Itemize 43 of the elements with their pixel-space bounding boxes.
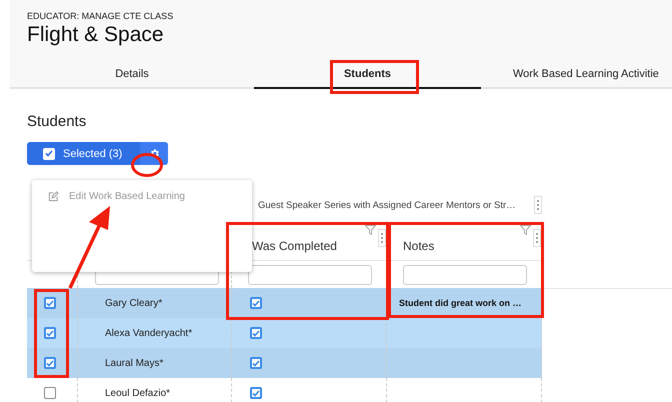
check-icon bbox=[46, 360, 54, 366]
column-header[interactable]: Notes bbox=[403, 239, 434, 260]
checkbox[interactable] bbox=[250, 357, 262, 369]
student-name: Alexa Vanderyacht* bbox=[105, 328, 192, 338]
column-menu-icon[interactable] bbox=[378, 229, 386, 247]
tab[interactable]: Students bbox=[254, 61, 481, 89]
section-title: Students bbox=[26, 112, 88, 130]
checkbox[interactable] bbox=[43, 148, 55, 160]
settings-icon bbox=[148, 148, 160, 159]
student-name: Laural Mays* bbox=[105, 358, 164, 368]
tab[interactable]: Work Based Learning Activitie bbox=[481, 61, 672, 89]
edit-icon bbox=[48, 191, 59, 202]
tab[interactable]: Details bbox=[10, 61, 254, 89]
filter-field[interactable] bbox=[248, 264, 372, 284]
column-menu-icon[interactable] bbox=[534, 196, 542, 214]
page-title: Flight & Space bbox=[26, 22, 165, 47]
checkbox[interactable] bbox=[250, 327, 262, 339]
filter-icon[interactable] bbox=[520, 225, 531, 235]
check-icon bbox=[46, 330, 54, 336]
column-group-header: Guest Speaker Series with Assigned Career Mentors or Str… bbox=[258, 200, 516, 210]
check-icon bbox=[252, 360, 260, 366]
student-name: Gary Cleary* bbox=[105, 298, 162, 308]
check-icon bbox=[252, 390, 260, 396]
check-icon bbox=[45, 150, 53, 157]
filter-field[interactable] bbox=[403, 264, 527, 284]
breadcrumb: EDUCATOR: MANAGE CTE CLASS bbox=[26, 10, 174, 21]
notes-text: Student did great work on … bbox=[399, 298, 522, 308]
checkbox[interactable] bbox=[44, 357, 56, 369]
selected-button[interactable]: Selected (3) bbox=[27, 142, 140, 165]
settings-button[interactable] bbox=[140, 142, 168, 165]
highlight-ring bbox=[131, 153, 163, 177]
checkbox[interactable] bbox=[44, 387, 56, 399]
check-icon bbox=[252, 300, 260, 306]
checkbox[interactable] bbox=[44, 297, 56, 309]
checkbox[interactable] bbox=[44, 327, 56, 339]
column-header[interactable]: Was Completed bbox=[252, 239, 337, 260]
checkbox[interactable] bbox=[250, 297, 262, 309]
check-icon bbox=[46, 300, 54, 306]
student-name: Leoul Defazio* bbox=[105, 388, 170, 398]
filter-icon[interactable] bbox=[365, 225, 376, 235]
checkbox[interactable] bbox=[250, 387, 262, 399]
column-menu-icon[interactable] bbox=[533, 229, 541, 247]
check-icon bbox=[252, 330, 260, 336]
